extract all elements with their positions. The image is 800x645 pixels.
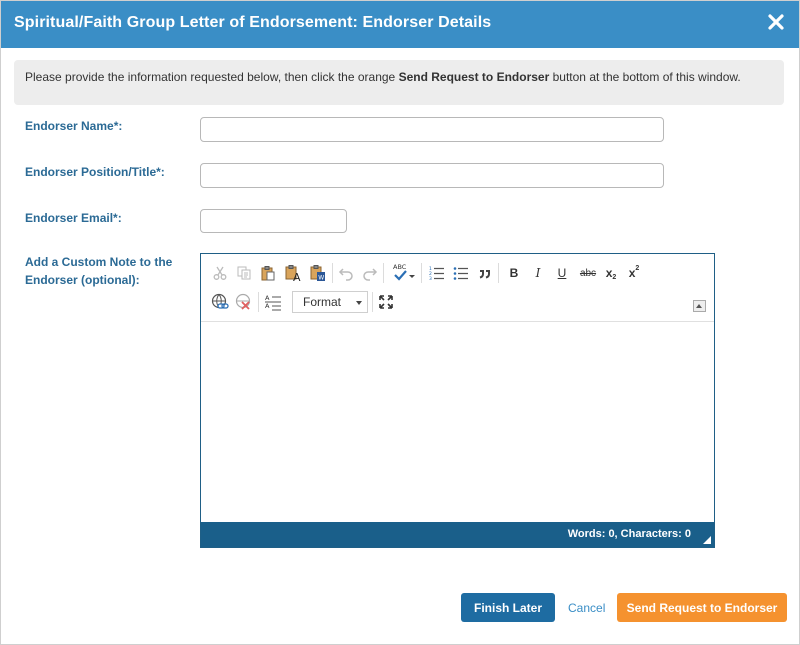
custom-note-label-line2: Endorser (optional):: [25, 273, 140, 287]
endorser-position-label: Endorser Position/Title*:: [25, 165, 165, 179]
dialog-titlebar: Spiritual/Faith Group Letter of Endorsem…: [1, 1, 799, 48]
cancel-link[interactable]: Cancel: [568, 601, 605, 615]
endorser-name-input[interactable]: [200, 117, 664, 142]
paste-icon[interactable]: [259, 264, 277, 282]
editor-status-bar: Words: 0, Characters: 0: [201, 522, 714, 547]
redo-icon[interactable]: [361, 264, 379, 282]
paste-word-icon[interactable]: W: [308, 264, 328, 282]
svg-text:ABC: ABC: [393, 263, 407, 271]
collapse-toolbar-icon[interactable]: [693, 300, 706, 312]
endorser-position-input[interactable]: [200, 163, 664, 188]
instructions-box: Please provide the information requested…: [14, 60, 784, 105]
strikethrough-icon[interactable]: abc: [577, 264, 599, 282]
format-dropdown[interactable]: Format: [292, 291, 368, 313]
endorser-name-label: Endorser Name*:: [25, 119, 123, 133]
subscript-icon[interactable]: x2: [602, 264, 620, 282]
endorser-details-dialog: Spiritual/Faith Group Letter of Endorsem…: [0, 0, 800, 645]
word-count: Words: 0, Characters: 0: [567, 528, 691, 540]
svg-text:3: 3: [429, 276, 432, 281]
instructions-text: Please provide the information requested…: [25, 70, 741, 84]
custom-note-label-line1: Add a Custom Note to the: [25, 255, 173, 269]
custom-note-label: Add a Custom Note to the Endorser (optio…: [25, 253, 172, 289]
svg-text:A: A: [265, 302, 270, 310]
spellcheck-icon[interactable]: ABC: [391, 262, 417, 284]
undo-icon[interactable]: [337, 264, 355, 282]
endorser-email-label: Endorser Email*:: [25, 211, 122, 225]
note-editor-area[interactable]: [201, 322, 714, 522]
cut-icon[interactable]: [211, 264, 229, 282]
bold-icon[interactable]: B: [505, 264, 523, 282]
dialog-title: Spiritual/Faith Group Letter of Endorsem…: [14, 14, 492, 31]
italic-icon[interactable]: I: [529, 264, 547, 282]
instructions-bold: Send Request to Endorser: [398, 70, 550, 84]
endorser-email-input[interactable]: [200, 209, 347, 233]
remove-format-icon[interactable]: AA: [264, 293, 282, 311]
maximize-icon[interactable]: [377, 293, 395, 311]
chevron-down-icon: [356, 301, 362, 305]
underline-icon[interactable]: U: [553, 264, 571, 282]
svg-text:A: A: [265, 294, 270, 302]
blockquote-icon[interactable]: [476, 264, 494, 282]
svg-text:W: W: [318, 275, 324, 282]
svg-text:A: A: [293, 271, 301, 282]
link-icon[interactable]: [211, 293, 229, 311]
resize-handle-icon[interactable]: [703, 536, 711, 544]
numbered-list-icon[interactable]: 123: [428, 264, 446, 282]
bulleted-list-icon[interactable]: [452, 264, 470, 282]
paste-text-icon[interactable]: A: [283, 264, 303, 282]
toolbar-separator: [258, 292, 259, 312]
finish-later-button[interactable]: Finish Later: [461, 593, 555, 622]
superscript-icon[interactable]: x2: [625, 264, 643, 282]
rich-text-editor: A W ABC 123 B I U abc x 2 x 2 A A Format…: [200, 253, 715, 548]
copy-icon[interactable]: [235, 264, 253, 282]
toolbar-separator: [372, 292, 373, 312]
format-dropdown-label: Format: [303, 295, 342, 309]
toolbar-separator: [421, 263, 422, 283]
toolbar-separator: [332, 263, 333, 283]
send-request-button[interactable]: Send Request to Endorser: [617, 593, 787, 622]
close-icon[interactable]: [765, 11, 787, 33]
toolbar-separator: [383, 263, 384, 283]
unlink-icon[interactable]: [235, 293, 253, 311]
toolbar-separator: [498, 263, 499, 283]
editor-toolbar: A W ABC 123 B I U abc x 2 x 2 A A Format: [201, 254, 714, 322]
